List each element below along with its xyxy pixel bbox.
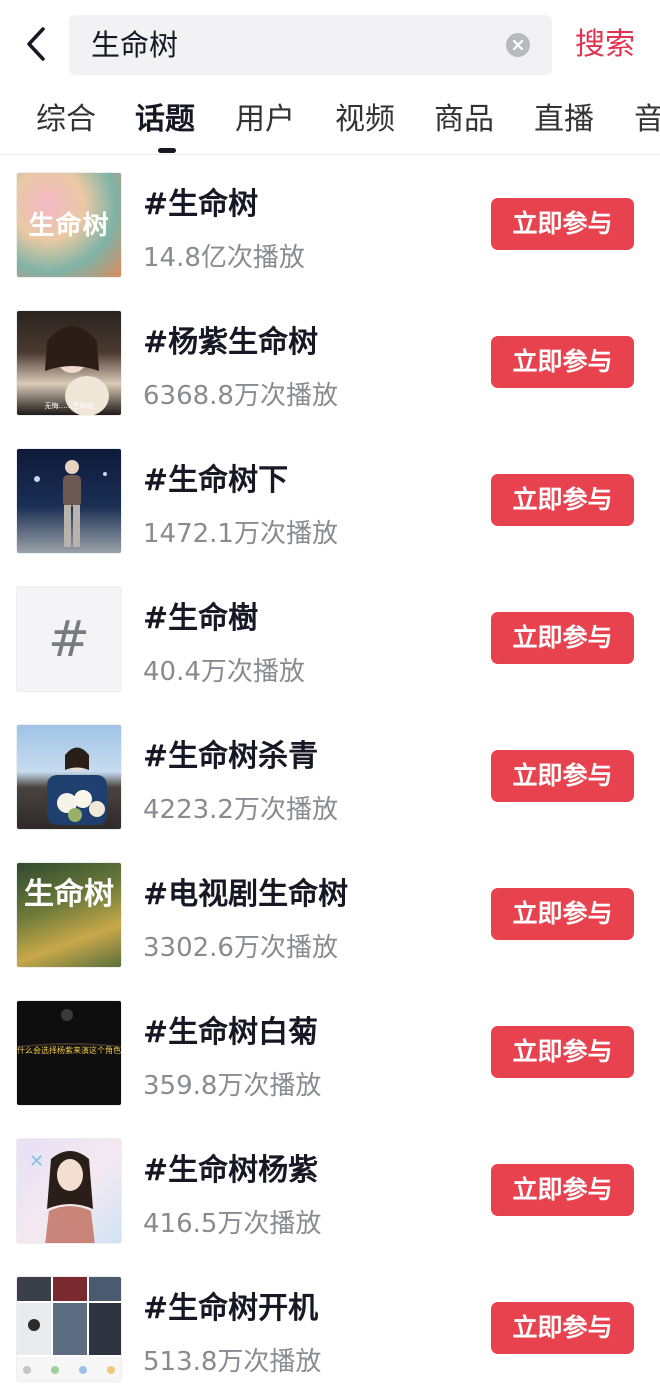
topic-play-count: 359.8万次播放: [143, 1071, 322, 1101]
standing-person-image: [34, 460, 107, 547]
search-input[interactable]: 生命树: [69, 15, 552, 75]
photo-grid-image: [17, 1277, 121, 1381]
topic-play-count: 513.8万次播放: [143, 1347, 322, 1377]
person-with-flowers-image: [47, 747, 107, 825]
topic-title: #生命树开机: [143, 1291, 319, 1326]
topic-row[interactable]: ✕ #生命树杨紫 416.5万次播放 立即参与: [0, 1121, 660, 1259]
topic-title: #生命树白菊: [143, 1015, 319, 1050]
topic-play-count: 40.4万次播放: [143, 657, 305, 687]
topic-play-count: 1472.1万次播放: [143, 519, 338, 549]
topic-row[interactable]: 什么会选择杨紫来演这个角色 #生命树白菊 359.8万次播放 立即参与: [0, 983, 660, 1121]
topic-play-count: 14.8亿次播放: [143, 243, 305, 273]
topic-title: #电视剧生命树: [143, 877, 349, 912]
tab-comprehensive[interactable]: 综合: [36, 98, 96, 142]
topic-title: #生命树: [143, 187, 259, 222]
tab-users[interactable]: 用户: [235, 98, 295, 142]
topic-title: #杨紫生命树: [143, 325, 319, 360]
topic-title: #生命树下: [143, 463, 289, 498]
topic-title: #生命树杨紫: [143, 1153, 319, 1188]
topic-row[interactable]: #生命树开机 513.8万次播放 立即参与: [0, 1259, 660, 1392]
chevron-left-icon: [27, 27, 45, 61]
back-button[interactable]: [14, 22, 58, 66]
topic-play-count: 4223.2万次播放: [143, 795, 338, 825]
topic-row[interactable]: #生命树下 1472.1万次播放 立即参与: [0, 431, 660, 569]
thumbnail-caption: 生命树: [24, 877, 114, 912]
topic-thumbnail: 生命树: [16, 862, 122, 968]
tab-live[interactable]: 直播: [534, 98, 594, 142]
topic-thumbnail: [16, 448, 122, 554]
tab-topics[interactable]: 话题: [135, 98, 195, 142]
topic-row[interactable]: 无悔……生命树 #杨紫生命树 6368.8万次播放 立即参与: [0, 293, 660, 431]
topic-thumbnail: [16, 724, 122, 830]
join-topic-button[interactable]: 立即参与: [491, 750, 634, 802]
topic-title: #生命树杀青: [143, 739, 319, 774]
join-topic-button[interactable]: 立即参与: [491, 888, 634, 940]
tab-videos[interactable]: 视频: [335, 98, 395, 142]
search-header: 生命树 搜索: [0, 0, 660, 90]
active-tab-indicator: [158, 148, 176, 153]
topic-play-count: 416.5万次播放: [143, 1209, 322, 1239]
join-topic-button[interactable]: 立即参与: [491, 1026, 634, 1078]
topic-row[interactable]: #生命树杀青 4223.2万次播放 立即参与: [0, 707, 660, 845]
x-mark-icon: [512, 39, 524, 51]
topic-row[interactable]: # #生命樹 40.4万次播放 立即参与: [0, 569, 660, 707]
thumbnail-caption: 生命树: [28, 211, 110, 241]
topic-row[interactable]: 生命树 #生命树 14.8亿次播放 立即参与: [0, 155, 660, 293]
svg-text:✕: ✕: [29, 1151, 44, 1172]
tab-products[interactable]: 商品: [434, 98, 494, 142]
topic-thumbnail: 什么会选择杨紫来演这个角色: [16, 1000, 122, 1106]
join-topic-button[interactable]: 立即参与: [491, 474, 634, 526]
search-submit-button[interactable]: 搜索: [575, 20, 635, 70]
thumbnail-caption: 无悔……生命树: [44, 402, 94, 410]
topic-play-count: 3302.6万次播放: [143, 933, 338, 963]
join-topic-button[interactable]: 立即参与: [491, 1302, 634, 1354]
clear-icon[interactable]: [506, 33, 530, 57]
portrait-pink-dress-image: ✕: [29, 1151, 95, 1243]
topic-play-count: 6368.8万次播放: [143, 381, 338, 411]
join-topic-button[interactable]: 立即参与: [491, 1164, 634, 1216]
hashtag-icon: #: [16, 586, 122, 692]
search-query-text: 生命树: [91, 28, 179, 62]
topic-thumbnail: 生命树: [16, 172, 122, 278]
topic-thumbnail: [16, 1276, 122, 1382]
topic-row[interactable]: 生命树 #电视剧生命树 3302.6万次播放 立即参与: [0, 845, 660, 983]
category-tabs: 综合 话题 用户 视频 商品 直播 音: [0, 90, 660, 154]
topic-thumbnail: 无悔……生命树: [16, 310, 122, 416]
join-topic-button[interactable]: 立即参与: [491, 336, 634, 388]
join-topic-button[interactable]: 立即参与: [491, 612, 634, 664]
tab-music[interactable]: 音: [634, 98, 660, 142]
thumbnail-caption: 什么会选择杨紫来演这个角色: [17, 1046, 121, 1055]
topic-title: #生命樹: [143, 601, 259, 636]
topic-thumbnail: ✕: [16, 1138, 122, 1244]
join-topic-button[interactable]: 立即参与: [491, 198, 634, 250]
